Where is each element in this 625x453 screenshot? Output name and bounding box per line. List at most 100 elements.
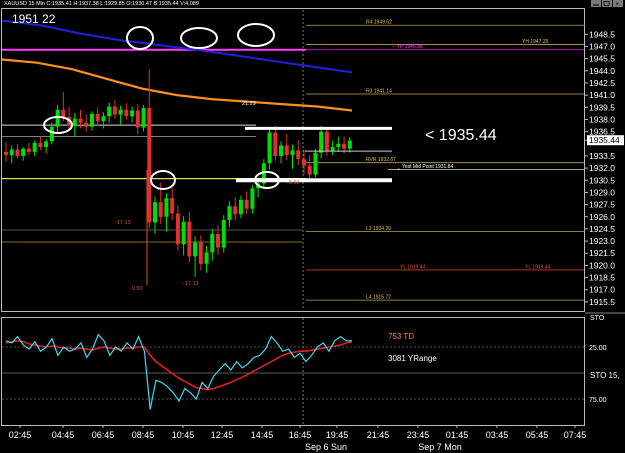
candle-body (313, 152, 318, 175)
candle-body (319, 131, 324, 153)
level-label: RVR 1932.67 (366, 157, 396, 163)
candle-body (95, 113, 100, 122)
x-tick-label: 19:45 (326, 430, 349, 440)
y-tick-label: 1917.0 (589, 285, 615, 295)
candle-body (175, 213, 180, 245)
candle-body (347, 140, 352, 149)
level-label: Yest Mid Point 1931.84 (402, 164, 453, 170)
x-tick-label: 16:45 (289, 430, 312, 440)
candle-body (135, 110, 140, 128)
y-tick-label: 1930.5 (589, 175, 615, 185)
y-tick-label: 1927.5 (589, 200, 615, 210)
candle-body (273, 132, 278, 156)
y-tick-label: 1915.5 (589, 297, 615, 307)
x-tick-label: 06:45 (92, 430, 115, 440)
restore-button[interactable] (602, 0, 612, 7)
candle-body (9, 149, 14, 156)
candle-body (21, 148, 26, 156)
candle-body (89, 113, 94, 127)
candle-body (238, 199, 243, 215)
candle-body (244, 199, 249, 209)
candle-label: -8.62 (287, 180, 300, 186)
candle-label: -17.13 (183, 281, 199, 287)
candle-body (324, 131, 329, 152)
candle-body (158, 202, 163, 217)
x-tick-label: 10:45 (172, 430, 195, 440)
y-tick-label: 1939.5 (589, 102, 615, 112)
y-tick-label: 1929.0 (589, 187, 615, 197)
x-tick-label: 07:45 (564, 430, 587, 440)
minimize-button[interactable] (591, 0, 601, 7)
candle-body (84, 122, 89, 127)
candle-body (26, 148, 31, 152)
x-tick-label: 05:45 (526, 430, 549, 440)
candle-body (233, 206, 238, 215)
x-date-label: Sep 7 Mon (418, 442, 462, 452)
close-icon: × (616, 2, 620, 8)
x-tick-label: 01:45 (446, 430, 469, 440)
y-tick-label: 1948.5 (589, 29, 615, 39)
level-label: L3 1924.20 (366, 226, 391, 232)
candle-body (152, 202, 157, 223)
candle-body (44, 141, 49, 148)
candle-body (118, 109, 123, 115)
sto-label-long: STO 15, (590, 371, 620, 380)
candle-label: -17.13 (115, 220, 131, 226)
candle-body (198, 242, 203, 264)
candle-body (78, 118, 83, 123)
candle-body (221, 220, 226, 248)
level-label: L4 1915.72 (366, 295, 391, 301)
candle-body (32, 142, 37, 152)
sto-label-short: STO (590, 315, 605, 322)
price-annotation: < 1935.44 (425, 127, 497, 144)
candle-body (284, 145, 289, 156)
candle-body (101, 116, 106, 122)
candle-body (181, 221, 186, 245)
candle-body (124, 109, 129, 117)
candle-body (170, 198, 175, 214)
y-tick-label: 1944.0 (589, 66, 615, 76)
candle-body (307, 165, 312, 175)
candle-body (38, 142, 43, 148)
candle-label: 21.29 (242, 101, 256, 107)
candle-body (210, 233, 215, 253)
candle-body (130, 110, 135, 117)
timer-label: 1951 22 (12, 12, 56, 26)
x-tick-label: 14:45 (251, 430, 274, 440)
y-tick-label: 1947.0 (589, 41, 615, 51)
window-controls: × (591, 0, 623, 8)
candle-body (250, 188, 255, 209)
level-label-right: YL 1919.44 (525, 264, 551, 270)
candle-body (330, 147, 335, 152)
yrange-label: 3081 YRange (388, 354, 437, 363)
candle-body (72, 118, 77, 126)
candle-body (55, 109, 60, 127)
candle-body (147, 108, 152, 223)
x-tick-label: 21:45 (367, 430, 390, 440)
x-tick-label: 08:45 (132, 430, 155, 440)
level-label: R4 1949.62 (366, 20, 392, 26)
y-tick-label: 1942.5 (589, 78, 615, 88)
candle-body (296, 150, 301, 160)
symbol-header: XAUUSD 15 Min C:1935.41 H:1937.38 L:1929… (4, 1, 199, 7)
candle-body (204, 252, 209, 264)
y-tick-label: 1918.5 (589, 273, 615, 283)
y-tick-label: 1921.5 (589, 248, 615, 258)
candle-body (279, 145, 284, 156)
y-tick-label: 1941.0 (589, 90, 615, 100)
y-tick-label: 1923.0 (589, 236, 615, 246)
y-tick-label: 1945.5 (589, 54, 615, 64)
x-tick-label: 12:45 (211, 430, 234, 440)
candle-body (49, 126, 54, 142)
candle-body (227, 206, 232, 220)
candle-body (112, 106, 117, 115)
candle-body (164, 198, 169, 217)
level-label: -- YP 1946.88 (392, 44, 423, 50)
candle-label: -9.50 (130, 286, 143, 292)
level-label: R3 1941.14 (366, 89, 392, 95)
x-date-label: Sep 6 Sun (305, 442, 347, 452)
x-tick-label: 23:45 (407, 430, 430, 440)
y-tick-label: 1935.44 (589, 135, 620, 145)
chart-canvas: R4 1949.62 YH 1947.25 -- YP 1946.88 R3 1941… (0, 0, 625, 453)
candle-body (15, 149, 20, 156)
